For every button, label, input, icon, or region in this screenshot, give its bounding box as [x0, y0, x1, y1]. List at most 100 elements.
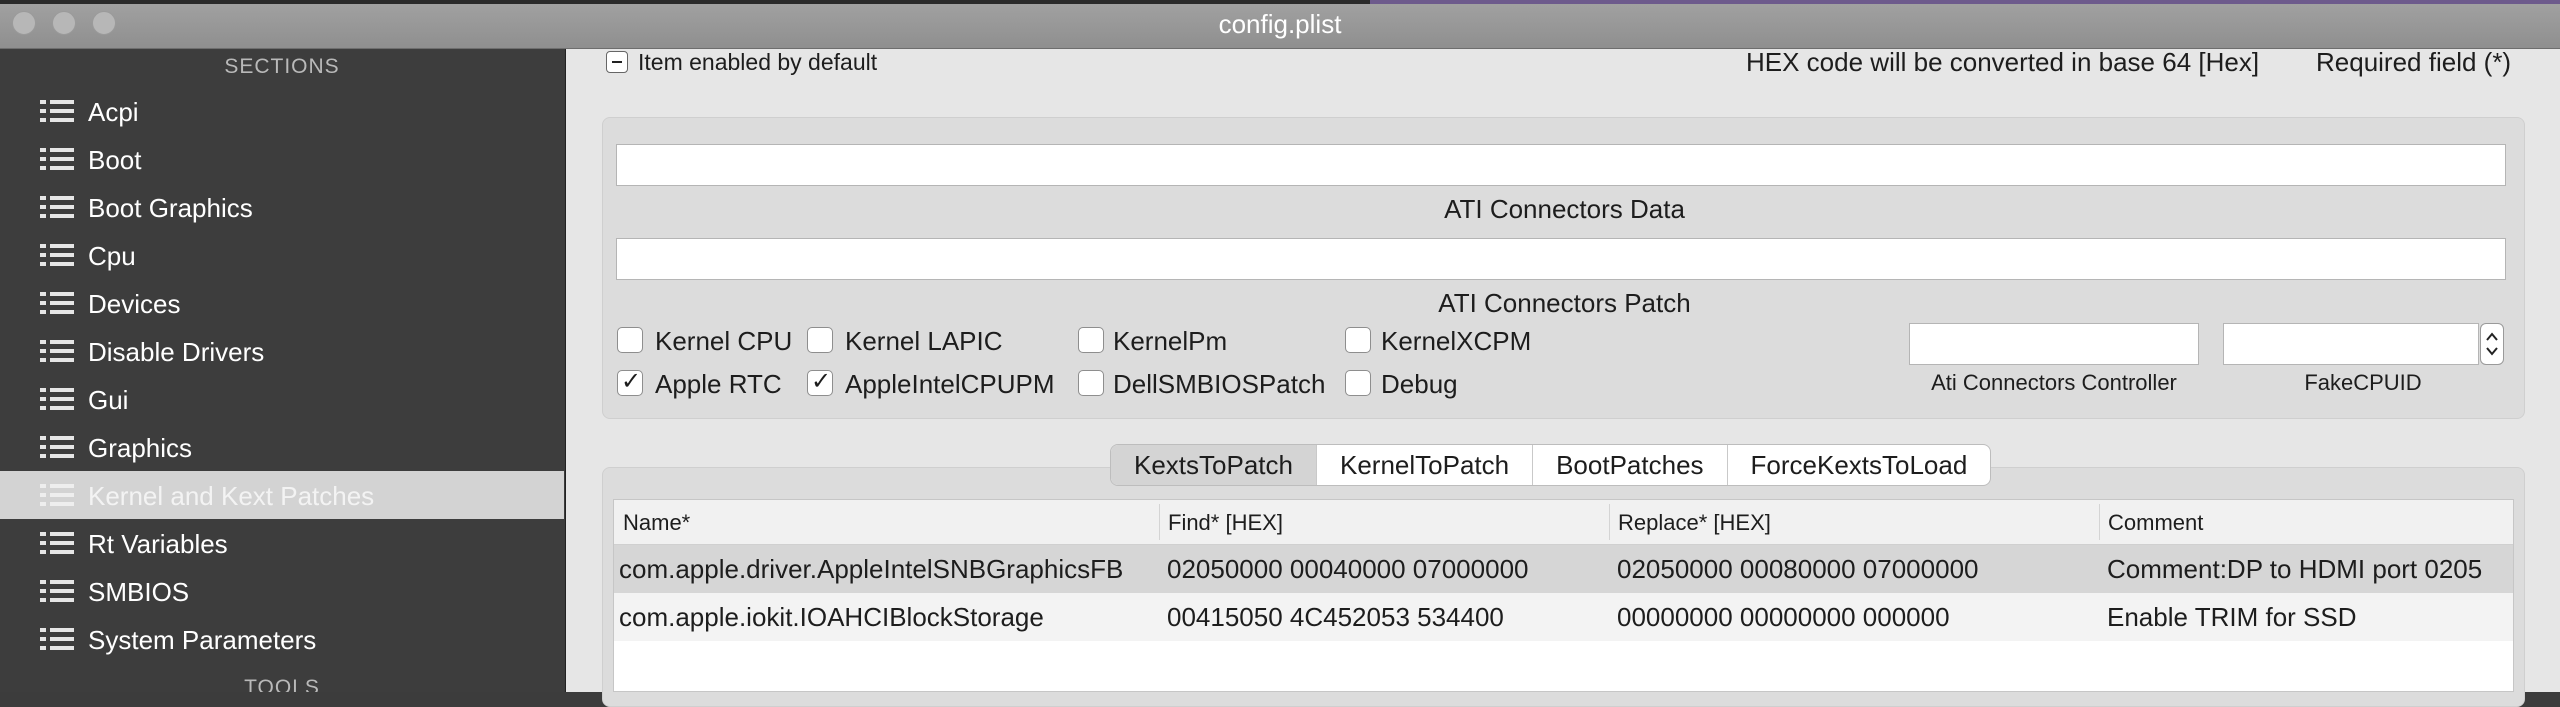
ati-connectors-data-label: ATI Connectors Data — [1444, 194, 1685, 224]
dellsmbiospatch-checkbox[interactable] — [1078, 370, 1104, 396]
column-divider[interactable] — [1609, 504, 1610, 540]
column-divider[interactable] — [2099, 504, 2100, 540]
main-panel: Item enabled by default HEX code will be… — [565, 47, 2560, 707]
table-header: Name* Find* [HEX] Replace* [HEX] Comment — [614, 500, 2513, 545]
fake-cpuid-input[interactable] — [2223, 323, 2479, 365]
tab-kernel-to-patch[interactable]: KernelToPatch — [1315, 445, 1532, 485]
sidebar-item-label: Cpu — [88, 241, 136, 271]
table-row[interactable]: com.apple.iokit.IOAHCIBlockStorage 00415… — [614, 593, 2513, 641]
list-icon — [40, 98, 74, 124]
sidebar-item-kernel-and-kext-patches[interactable]: Kernel and Kext Patches — [0, 471, 564, 519]
fake-cpuid-stepper[interactable] — [2480, 323, 2504, 365]
sidebar-item-label: SMBIOS — [88, 577, 190, 607]
cell-replace[interactable]: 00000000 00000000 000000 — [1617, 602, 1950, 633]
list-icon — [40, 290, 74, 316]
sidebar-item-disable-drivers[interactable]: Disable Drivers — [0, 327, 564, 375]
kernel-lapic-checkbox[interactable] — [807, 327, 833, 353]
sidebar-item-rt-variables[interactable]: Rt Variables — [0, 519, 564, 567]
title-bar: config.plist — [0, 0, 2560, 49]
column-divider[interactable] — [1159, 504, 1160, 540]
apple-rtc-checkbox[interactable]: ✓ — [617, 368, 643, 396]
sidebar-item-cpu[interactable]: Cpu — [0, 231, 564, 279]
hex-note: HEX code will be converted in base 64 [H… — [1746, 47, 2260, 77]
table-row[interactable]: com.apple.driver.AppleIntelSNBGraphicsFB… — [614, 545, 2513, 593]
sidebar-item-label: Graphics — [88, 433, 193, 463]
column-header-comment[interactable]: Comment — [2108, 510, 2203, 536]
kernel-cpu-label: Kernel CPU — [655, 326, 793, 356]
tab-boot-patches[interactable]: BootPatches — [1532, 445, 1726, 485]
ati-connectors-controller-label: Ati Connectors Controller — [1931, 370, 2177, 395]
enabled-default-indicator — [606, 51, 628, 73]
sidebar-item-boot[interactable]: Boot — [0, 135, 564, 183]
column-header-find[interactable]: Find* [HEX] — [1168, 510, 1283, 536]
sidebar: SECTIONS Acpi Boot Boot Graphics Cpu Dev… — [0, 49, 564, 692]
sidebar-item-label: Acpi — [88, 97, 139, 127]
sidebar-item-smbios[interactable]: SMBIOS — [0, 567, 564, 615]
kernel-lapic-label: Kernel LAPIC — [845, 326, 1003, 356]
patches-tab-bar: KextsToPatch KernelToPatch BootPatches F… — [1110, 444, 1992, 486]
kernelxcpm-label: KernelXCPM — [1381, 326, 1532, 356]
dellsmbiospatch-label: DellSMBIOSPatch — [1113, 369, 1326, 399]
cell-name[interactable]: com.apple.iokit.IOAHCIBlockStorage — [619, 602, 1044, 633]
sidebar-item-label: Rt Variables — [88, 529, 228, 559]
tab-kexts-to-patch[interactable]: KextsToPatch — [1111, 445, 1316, 485]
list-icon — [40, 242, 74, 268]
enabled-default-label: Item enabled by default — [638, 49, 878, 75]
sidebar-item-label: System Parameters — [88, 625, 317, 655]
list-icon — [40, 146, 74, 172]
cell-find[interactable]: 02050000 00040000 07000000 — [1167, 554, 1529, 585]
appleintelcpupm-label: AppleIntelCPUPM — [845, 369, 1055, 399]
list-icon — [40, 482, 74, 508]
stepper-arrows-icon — [2486, 332, 2498, 356]
sidebar-item-label: Gui — [88, 385, 129, 415]
desktop-strip-accent — [1370, 0, 2560, 4]
kernelpm-label: KernelPm — [1113, 326, 1228, 356]
column-header-replace[interactable]: Replace* [HEX] — [1618, 510, 1771, 536]
sections-header: SECTIONS — [224, 55, 340, 78]
sidebar-item-acpi[interactable]: Acpi — [0, 87, 564, 135]
sidebar-item-label: Boot — [88, 145, 142, 175]
kexts-to-patch-table: Name* Find* [HEX] Replace* [HEX] Comment… — [613, 499, 2514, 692]
sidebar-item-label: Devices — [88, 289, 181, 319]
sidebar-item-graphics[interactable]: Graphics — [0, 423, 564, 471]
appleintelcpupm-checkbox[interactable]: ✓ — [807, 368, 833, 396]
checkmark-icon: ✓ — [811, 368, 832, 395]
tools-header: TOOLS — [244, 676, 320, 692]
cell-replace[interactable]: 02050000 00080000 07000000 — [1617, 554, 1979, 585]
tab-force-kexts-to-load[interactable]: ForceKextsToLoad — [1726, 445, 1991, 485]
list-icon — [40, 578, 74, 604]
column-header-name[interactable]: Name* — [623, 510, 690, 536]
cell-name[interactable]: com.apple.driver.AppleIntelSNBGraphicsFB — [619, 554, 1123, 585]
debug-label: Debug — [1381, 369, 1458, 399]
cell-comment[interactable]: Enable TRIM for SSD — [2107, 602, 2357, 633]
checkmark-icon: ✓ — [621, 368, 642, 395]
list-icon — [40, 338, 74, 364]
sidebar-item-system-parameters[interactable]: System Parameters — [0, 615, 564, 663]
desktop-strip — [0, 0, 2560, 4]
cell-find[interactable]: 00415050 4C452053 534400 — [1167, 602, 1504, 633]
list-icon — [40, 434, 74, 460]
window-title: config.plist — [1218, 9, 1342, 39]
apple-rtc-label: Apple RTC — [655, 369, 782, 399]
kernelpm-checkbox[interactable] — [1078, 327, 1104, 353]
kernel-cpu-checkbox[interactable] — [617, 327, 643, 353]
sidebar-item-label: Disable Drivers — [88, 337, 265, 367]
kernelxcpm-checkbox[interactable] — [1345, 327, 1371, 353]
fake-cpuid-label: FakeCPUID — [2304, 370, 2422, 395]
sidebar-item-gui[interactable]: Gui — [0, 375, 564, 423]
cell-comment[interactable]: Comment:DP to HDMI port 0205 — [2107, 554, 2482, 585]
list-icon — [40, 386, 74, 412]
ati-connectors-data-input[interactable] — [616, 144, 2506, 186]
kernel-options-group: ATI Connectors Data ATI Connectors Patch… — [602, 117, 2525, 419]
ati-connectors-patch-input[interactable] — [616, 238, 2506, 280]
required-note: Required field (*) — [2316, 47, 2512, 77]
list-icon — [40, 530, 74, 556]
ati-connectors-controller-input[interactable] — [1909, 323, 2199, 365]
sidebar-item-label: Kernel and Kext Patches — [88, 481, 375, 511]
sidebar-item-boot-graphics[interactable]: Boot Graphics — [0, 183, 564, 231]
debug-checkbox[interactable] — [1345, 370, 1371, 396]
list-icon — [40, 626, 74, 652]
ati-connectors-patch-label: ATI Connectors Patch — [1438, 288, 1691, 318]
list-icon — [40, 194, 74, 220]
sidebar-item-devices[interactable]: Devices — [0, 279, 564, 327]
